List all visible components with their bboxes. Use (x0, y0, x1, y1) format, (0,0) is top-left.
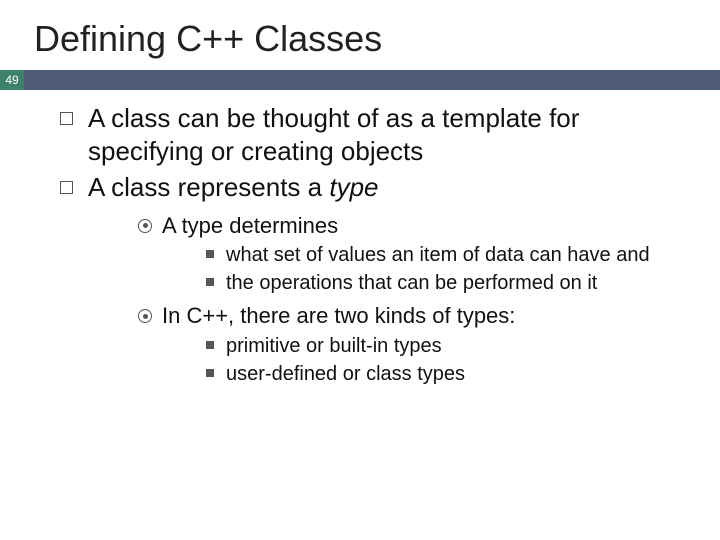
bullet-l3: user-defined or class types (206, 361, 690, 387)
slide-body: A class can be thought of as a template … (0, 90, 720, 387)
bullet-text: A type determines (162, 213, 338, 238)
bullet-l2: In C++, there are two kinds of types: pr… (138, 302, 690, 387)
bullet-text: A class represents a (88, 172, 329, 202)
bullet-l1: A class can be thought of as a template … (60, 102, 690, 167)
bullet-l3: what set of values an item of data can h… (206, 242, 690, 268)
page-number-badge: 49 (0, 70, 24, 90)
bullet-emphasis: type (329, 172, 378, 202)
bullet-l3: primitive or built-in types (206, 333, 690, 359)
slide-title: Defining C++ Classes (0, 0, 720, 70)
color-band: 49 (0, 70, 720, 90)
bullet-text: In C++, there are two kinds of types: (162, 303, 515, 328)
bullet-l3: the operations that can be performed on … (206, 270, 690, 296)
bullet-l1: A class represents a type A type determi… (60, 171, 690, 387)
bullet-l2: A type determines what set of values an … (138, 212, 690, 297)
